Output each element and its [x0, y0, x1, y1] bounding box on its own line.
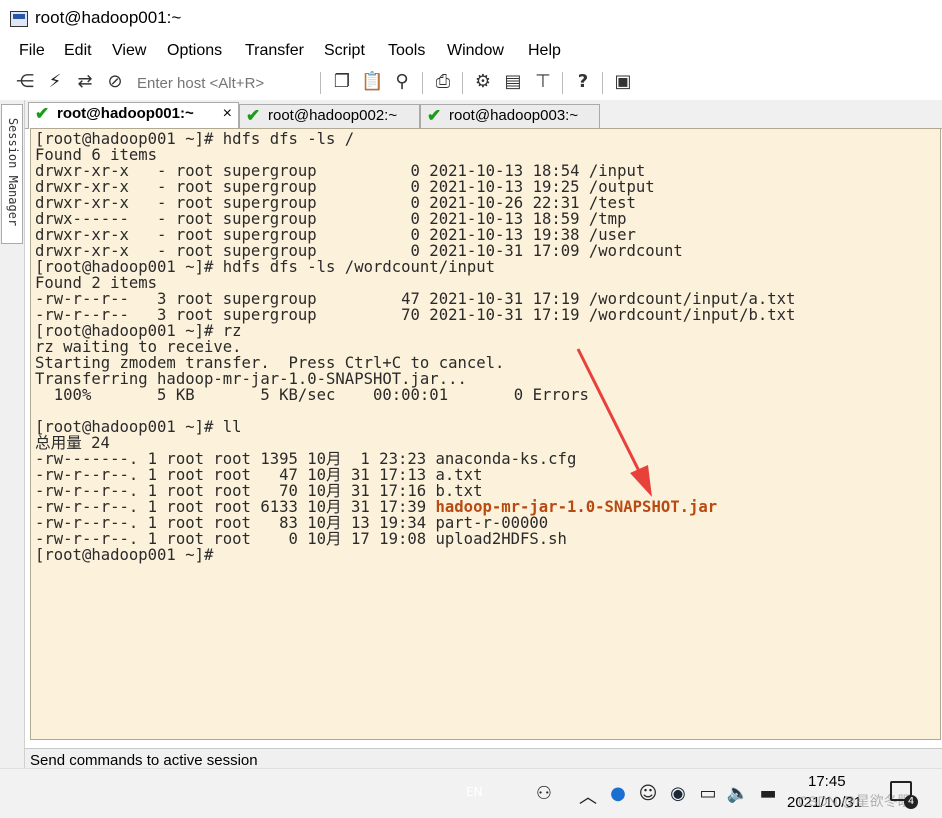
title-bar: root@hadoop001:~ — [0, 0, 942, 38]
terminal-line: 100% 5 KB 5 KB/sec 00:00:01 0 Errors — [35, 386, 589, 404]
session-tab-bar: ✔ root@hadoop001:~ × ✔ root@hadoop002:~ … — [25, 100, 942, 129]
tab-hadoop001[interactable]: ✔ root@hadoop001:~ × — [28, 102, 239, 129]
keymap-icon[interactable]: ▤ — [502, 71, 524, 93]
reconnect-icon[interactable]: ⇄ — [74, 71, 96, 93]
terminal-line: -rw-r--r--. 1 root root 83 10月 13 19:34 … — [35, 514, 549, 532]
terminal-line: -rw-r--r-- 3 root supergroup 47 2021-10-… — [35, 290, 796, 308]
terminal-line: [root@hadoop001 ~]# — [35, 546, 214, 564]
settings-icon[interactable]: ⚙ — [472, 71, 494, 93]
tab-hadoop002[interactable]: ✔ root@hadoop002:~ — [239, 104, 420, 128]
menu-bar: File Edit View Options Transfer Script T… — [0, 38, 942, 66]
terminal-line: rz waiting to receive. — [35, 338, 242, 356]
tab-label: root@hadoop003:~ — [449, 107, 579, 124]
find-icon[interactable]: ⚲ — [391, 71, 413, 93]
terminal-line: Found 2 items — [35, 274, 158, 292]
qq-icon[interactable]: ☺ — [636, 783, 660, 804]
disconnect-icon[interactable]: ⊘ — [104, 71, 126, 93]
bluetooth-icon[interactable]: ● — [606, 783, 630, 804]
close-tab-icon[interactable]: × — [223, 103, 232, 125]
terminal-line: [root@hadoop001 ~]# hdfs dfs -ls / — [35, 130, 355, 148]
steam-icon[interactable]: ◉ — [666, 783, 690, 804]
terminal-line: drwxr-xr-x - root supergroup 0 2021-10-1… — [35, 226, 636, 244]
session-manager-tab[interactable]: Session Manager — [1, 104, 23, 244]
terminal-line: -rw-r--r-- 3 root supergroup 70 2021-10-… — [35, 306, 796, 324]
volume-icon[interactable]: 🔈 — [726, 783, 750, 804]
terminal-line: drwx------ - root supergroup 0 2021-10-1… — [35, 210, 627, 228]
taskbar: EN ⚇ ︿ ● ☺ ◉ ▭ 🔈 ▬ 17:45 2021/10/31 CSDN… — [0, 768, 942, 818]
chevron-up-icon[interactable]: ︿ — [576, 783, 600, 809]
terminal-line: -rw-r--r--. 1 root root 47 10月 31 17:13 … — [35, 466, 483, 484]
terminal-line: Transferring hadoop-mr-jar-1.0-SNAPSHOT.… — [35, 370, 467, 388]
terminal-line: drwxr-xr-x - root supergroup 0 2021-10-1… — [35, 162, 646, 180]
menu-window[interactable]: Window — [447, 42, 504, 60]
terminal-line: drwxr-xr-x - root supergroup 0 2021-10-3… — [35, 242, 683, 260]
menu-help[interactable]: Help — [528, 42, 561, 60]
screen-icon[interactable]: ▣ — [612, 71, 634, 93]
connected-check-icon: ✔ — [35, 104, 50, 123]
status-bar: Send commands to active session — [25, 748, 942, 769]
network-icon[interactable]: ▭ — [696, 783, 720, 804]
terminal-line: [root@hadoop001 ~]# rz — [35, 322, 242, 340]
terminal-line: [root@hadoop001 ~]# ll — [35, 418, 242, 436]
terminal-line: Starting zmodem transfer. Press Ctrl+C t… — [35, 354, 505, 372]
menu-file[interactable]: File — [19, 42, 45, 60]
window-title: root@hadoop001:~ — [35, 8, 182, 27]
tab-label: root@hadoop001:~ — [57, 105, 194, 122]
sftp-icon[interactable]: ⊤ — [532, 71, 554, 93]
menu-tools[interactable]: Tools — [388, 42, 425, 60]
terminal-line: [root@hadoop001 ~]# hdfs dfs -ls /wordco… — [35, 258, 496, 276]
toolbar-separator — [602, 72, 603, 94]
terminal-line: drwxr-xr-x - root supergroup 0 2021-10-1… — [35, 178, 655, 196]
battery-icon[interactable]: ▬ — [756, 783, 780, 804]
menu-view[interactable]: View — [112, 42, 146, 60]
toolbar-separator — [320, 72, 321, 94]
app-icon — [10, 11, 28, 27]
terminal-line: -rw-r--r--. 1 root root 70 10月 31 17:16 … — [35, 482, 483, 500]
print-icon[interactable]: ⎙ — [432, 71, 454, 93]
copy-icon[interactable]: ❐ — [331, 71, 353, 93]
session-manager-label: Session Manager — [6, 117, 20, 227]
terminal-line: Found 6 items — [35, 146, 158, 164]
notification-badge: 4 — [904, 795, 918, 809]
terminal-line: -rw-r--r--. 1 root root 0 10月 17 19:08 u… — [35, 530, 567, 548]
menu-transfer[interactable]: Transfer — [245, 42, 304, 60]
host-input[interactable] — [137, 72, 317, 94]
tab-hadoop003[interactable]: ✔ root@hadoop003:~ — [420, 104, 600, 128]
toolbar-separator — [422, 72, 423, 94]
connect-icon[interactable]: ⋲ — [14, 71, 36, 93]
terminal-line: 总用量 24 — [35, 434, 110, 452]
clock-time[interactable]: 17:45 — [808, 773, 846, 790]
input-language[interactable]: EN — [466, 785, 483, 799]
toolbar-separator — [562, 72, 563, 94]
menu-edit[interactable]: Edit — [64, 42, 92, 60]
terminal-line: -rw-------. 1 root root 1395 10月 1 23:23… — [35, 450, 577, 468]
connected-check-icon: ✔ — [246, 106, 261, 125]
menu-script[interactable]: Script — [324, 42, 365, 60]
terminal-output: [root@hadoop001 ~]# hdfs dfs -ls / Found … — [35, 131, 795, 563]
paste-icon[interactable]: 📋 — [361, 71, 383, 93]
toolbar: ⋲ ⚡ ⇄ ⊘ ❐ 📋 ⚲ ⎙ ⚙ ▤ ⊤ ? ▣ — [0, 66, 942, 100]
menu-options[interactable]: Options — [167, 42, 222, 60]
status-text: Send commands to active session — [30, 752, 258, 769]
people-icon[interactable]: ⚇ — [532, 783, 556, 804]
tab-label: root@hadoop002:~ — [268, 107, 398, 124]
help-icon[interactable]: ? — [572, 71, 594, 93]
terminal-line: drwxr-xr-x - root supergroup 0 2021-10-2… — [35, 194, 636, 212]
quick-connect-icon[interactable]: ⚡ — [44, 71, 66, 93]
terminal-line: -rw-r--r--. 1 root root 6133 10月 31 17:3… — [35, 498, 718, 516]
terminal[interactable]: [root@hadoop001 ~]# hdfs dfs -ls / Found … — [30, 128, 941, 740]
toolbar-separator — [462, 72, 463, 94]
connected-check-icon: ✔ — [427, 106, 442, 125]
